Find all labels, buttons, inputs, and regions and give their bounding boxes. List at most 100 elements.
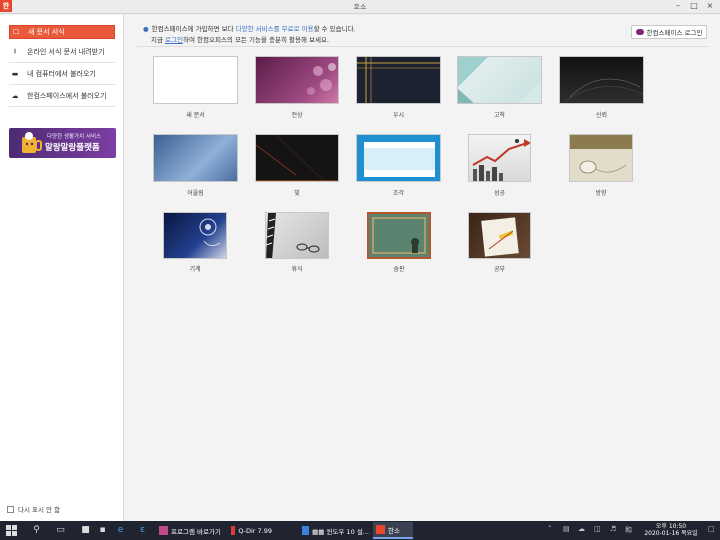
template-label: 공부 bbox=[493, 266, 506, 273]
taskbar-app-hanso[interactable]: 한소 bbox=[373, 522, 413, 539]
template-label: 우시 bbox=[392, 112, 405, 119]
folder-icon: ▬ bbox=[11, 70, 19, 78]
template-label: 빛 bbox=[294, 190, 300, 197]
sidebar-item-open-hancom-space[interactable]: ☁ 한컴스페이스에서 불러오기 bbox=[9, 89, 115, 103]
swirl-decoration bbox=[564, 78, 643, 102]
app-icon bbox=[159, 526, 168, 535]
close-button[interactable]: × bbox=[704, 1, 716, 12]
hancom-space-icon bbox=[635, 29, 644, 35]
template-thumbnail bbox=[356, 134, 441, 182]
notice-highlight: 다양한 서비스를 무료로 이용 bbox=[235, 25, 314, 33]
terminal-icon[interactable]: ▪ bbox=[97, 525, 108, 536]
notification-icon[interactable]: □ bbox=[708, 525, 715, 533]
app-icon bbox=[231, 526, 236, 535]
template-thumbnail bbox=[163, 212, 227, 259]
template-thumbnail bbox=[153, 134, 238, 182]
template-label: 전상 bbox=[291, 112, 303, 119]
windows-start-icon[interactable] bbox=[6, 525, 17, 536]
login-link[interactable]: 로그인 bbox=[165, 36, 183, 44]
template-label: 숨판 bbox=[393, 266, 405, 273]
taskbar-app-windows10-settings[interactable]: ▦▦ 윈도우 10 설... bbox=[299, 522, 369, 539]
template-label: 조각 bbox=[392, 190, 405, 197]
sidebar: ☐ 새 문서 서식 ⭳ 온라인 서식 문서 내려받기 ▬ 내 컴퓨터에서 불러오… bbox=[0, 15, 124, 521]
template-label: 어울림 bbox=[187, 190, 204, 197]
banner-subtitle: 다양한 생활가치 서비스 bbox=[47, 134, 102, 140]
frame-lines bbox=[357, 57, 440, 103]
sidebar-item-open-local[interactable]: ▬ 내 컴퓨터에서 불러오기 bbox=[9, 67, 115, 81]
tray-chevron-icon[interactable]: ˄ bbox=[548, 525, 552, 533]
search-icon[interactable]: ⚲ bbox=[31, 525, 42, 536]
clock-date: 2020-01-16 목요일 bbox=[644, 530, 698, 537]
app-icon bbox=[302, 526, 310, 535]
internet-explorer-icon[interactable]: ε bbox=[137, 525, 148, 536]
template-label: 기계 bbox=[189, 266, 201, 273]
taskbar-app-qdir[interactable]: Q-Dir 7.99 bbox=[228, 522, 272, 539]
sidebar-item-download-online[interactable]: ⭳ 온라인 서식 문서 내려받기 bbox=[9, 45, 115, 59]
triangle-decoration bbox=[458, 57, 541, 103]
onedrive-icon[interactable]: ☁ bbox=[578, 525, 585, 533]
dont-show-label: 다시 표시 안 함 bbox=[18, 506, 61, 514]
banner-title: 말랑말랑플랫폼 bbox=[45, 143, 100, 153]
clock-time: 오후 10:50 bbox=[655, 523, 687, 530]
template-thumbnail bbox=[569, 134, 633, 182]
taskbar-app-label: Q-Dir 7.99 bbox=[238, 526, 272, 535]
block-decoration bbox=[357, 135, 440, 181]
divider bbox=[9, 106, 115, 107]
template-thumbnail bbox=[265, 212, 329, 259]
sidebar-item-new-template[interactable]: ☐ 새 문서 서식 bbox=[9, 25, 115, 39]
network-status-icon[interactable]: ◫ bbox=[594, 525, 601, 533]
cloud-icon: ☁ bbox=[11, 92, 19, 100]
windows-taskbar: ⚲ ▭ ■ ▪ e ε 프로그램 바로가기 Q-Dir 7.99 ▦▦ 윈도우 … bbox=[0, 521, 720, 540]
template-thumbnail bbox=[457, 56, 542, 104]
template-thumbnail bbox=[255, 56, 339, 104]
notice-text: 한컴스페이스에 가입하면 보다 bbox=[151, 25, 236, 33]
hancom-space-login-button[interactable]: 한컴스페이스 로그인 bbox=[631, 25, 707, 39]
language-icon[interactable]: 和 bbox=[625, 525, 632, 535]
login-button-label: 한컴스페이스 로그인 bbox=[646, 29, 703, 37]
gear-icon bbox=[199, 218, 221, 246]
maximize-button[interactable]: □ bbox=[688, 1, 700, 12]
checkbox-icon bbox=[7, 505, 14, 513]
minimize-button[interactable]: – bbox=[672, 1, 684, 12]
template-label: 방향 bbox=[595, 190, 607, 197]
glasses-decoration bbox=[266, 213, 320, 258]
template-thumbnail bbox=[153, 56, 238, 104]
title-bar: 한 호소 – □ × bbox=[0, 0, 720, 14]
promo-banner[interactable]: 다양한 생활가치 서비스 말랑말랑플랫폼 bbox=[9, 128, 116, 158]
taskbar-app-label: 프로그램 바로가기 bbox=[171, 527, 221, 536]
template-thumbnail bbox=[468, 134, 531, 182]
taskbar-app-shortcuts[interactable]: 프로그램 바로가기 bbox=[156, 522, 222, 539]
notice-line-1: ● 한컴스페이스에 가입하면 보다 다양한 서비스를 무료로 이용할 수 있습니다… bbox=[143, 23, 356, 33]
divider bbox=[137, 46, 709, 47]
template-thumbnail bbox=[255, 134, 339, 182]
taskbar-clock[interactable]: 오후 10:50 2020-01-16 목요일 bbox=[640, 523, 702, 537]
template-label: 휴식 bbox=[291, 266, 303, 273]
divider bbox=[9, 62, 115, 63]
network-icon[interactable]: ▤ bbox=[563, 525, 570, 533]
notice-text: 하여 한컴오피스의 모든 기능을 충분히 활용해 보세요. bbox=[182, 36, 330, 44]
sidebar-item-label: 새 문서 서식 bbox=[28, 28, 65, 36]
template-thumbnail bbox=[559, 56, 644, 104]
template-thumbnail bbox=[468, 212, 531, 259]
task-view-icon[interactable]: ▭ bbox=[55, 525, 66, 536]
taskbar-app-label: ▦▦ 윈도우 10 설... bbox=[312, 527, 369, 536]
divider bbox=[9, 84, 115, 85]
edge-icon[interactable]: e bbox=[115, 525, 126, 536]
chalkboard-decoration bbox=[372, 217, 426, 254]
bokeh-decoration bbox=[307, 63, 336, 95]
folder-icon[interactable]: ■ bbox=[80, 525, 91, 536]
notebook-decoration bbox=[481, 217, 519, 257]
compass-decoration bbox=[579, 160, 627, 174]
template-gallery: ● 한컴스페이스에 가입하면 보다 다양한 서비스를 무료로 이용할 수 있습니다… bbox=[125, 15, 720, 521]
bullet-icon: ● bbox=[143, 25, 149, 33]
dont-show-again-checkbox[interactable]: 다시 표시 안 함 bbox=[7, 504, 60, 514]
window-title: 호소 bbox=[353, 3, 367, 11]
volume-icon[interactable]: ♬ bbox=[610, 525, 616, 533]
template-label: 성공 bbox=[493, 190, 506, 197]
app-icon bbox=[376, 525, 385, 534]
template-thumbnail bbox=[356, 56, 441, 104]
notice-text: 할 수 있습니다. bbox=[313, 25, 356, 33]
template-thumbnail bbox=[367, 212, 431, 259]
sidebar-item-label: 내 컴퓨터에서 불러오기 bbox=[27, 70, 96, 78]
light-streak-decoration bbox=[256, 135, 338, 181]
